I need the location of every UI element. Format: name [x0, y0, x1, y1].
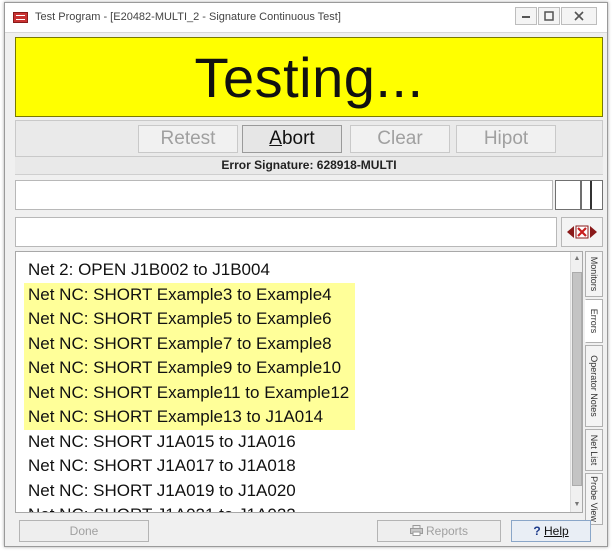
minimize-icon — [522, 16, 530, 18]
tab-net-list[interactable]: Net List — [585, 429, 603, 471]
window-controls — [514, 7, 597, 25]
title-bar: Test Program - [E20482-MULTI_2 - Signatu… — [5, 3, 607, 33]
printer-icon — [409, 525, 423, 536]
window-title: Test Program - [E20482-MULTI_2 - Signatu… — [35, 11, 341, 23]
side-tabs: Monitors Errors Operator Notes Net List Prob… — [585, 251, 605, 525]
reports-button[interactable]: Reports — [377, 520, 501, 542]
scroll-thumb[interactable] — [572, 272, 582, 486]
tab-operator-notes[interactable]: Operator Notes — [585, 345, 603, 427]
scroll-down-icon[interactable]: ▼ — [571, 498, 582, 512]
maximize-icon — [544, 11, 554, 21]
status-field-top[interactable] — [15, 180, 553, 210]
tab-label: Operator Notes — [589, 355, 599, 417]
maximize-button[interactable] — [538, 7, 560, 25]
app-window: Test Program - [E20482-MULTI_2 - Signatu… — [4, 2, 608, 547]
nav-arrows-button[interactable] — [561, 217, 603, 247]
scroll-up-icon[interactable]: ▲ — [571, 252, 582, 266]
tab-label: Monitors — [589, 256, 599, 292]
abort-button[interactable]: Abort — [242, 125, 342, 153]
minimize-button[interactable] — [515, 7, 537, 25]
log-line[interactable]: Net 2: OPEN J1B002 to J1B004 — [24, 258, 355, 283]
reports-label: Reports — [425, 524, 469, 538]
log-line[interactable]: Net NC: SHORT J1A021 to J1A022 — [24, 503, 355, 512]
log-line[interactable]: Net NC: SHORT Example13 to J1A014 — [24, 405, 356, 430]
hipot-button[interactable]: Hipot — [456, 125, 556, 153]
log-line[interactable]: Net NC: SHORT J1A019 to J1A020 — [24, 479, 355, 504]
error-log-list[interactable]: Net 2: OPEN J1B002 to J1B004 Net NC: SHOR… — [15, 251, 583, 513]
app-icon — [13, 12, 28, 23]
log-line[interactable]: Net NC: SHORT Example7 to Example8 — [24, 331, 356, 356]
log-line[interactable]: Net NC: SHORT J1A017 to J1A018 — [24, 454, 355, 479]
log-line[interactable]: Net NC: SHORT Example5 to Example6 — [24, 307, 356, 332]
log-line[interactable]: Net NC: SHORT Example9 to Example10 — [24, 356, 356, 381]
log-line[interactable]: Net NC: SHORT J1A015 to J1A016 — [24, 430, 355, 455]
log-line[interactable]: Net NC: SHORT Example11 to Example12 — [24, 380, 356, 405]
error-signature: Error Signature: 628918-MULTI — [15, 157, 603, 175]
close-icon — [574, 11, 584, 21]
help-label: Help — [544, 524, 569, 538]
tab-label: Net List — [589, 434, 599, 466]
test-toolbar: Retest Abort Clear Hipot — [15, 120, 603, 157]
close-button[interactable] — [561, 7, 597, 25]
help-button[interactable]: ? Help — [511, 520, 591, 542]
retest-button[interactable]: Retest — [138, 125, 238, 153]
tab-errors[interactable]: Errors — [585, 299, 603, 343]
tab-label: Errors — [589, 308, 599, 334]
clear-button[interactable]: Clear — [350, 125, 450, 153]
help-icon: ? — [533, 524, 541, 538]
error-log-lines: Net 2: OPEN J1B002 to J1B004 Net NC: SHOR… — [24, 258, 356, 512]
tab-monitors[interactable]: Monitors — [585, 251, 603, 297]
status-banner-text: Testing... — [194, 45, 424, 109]
status-field-bottom[interactable] — [15, 217, 557, 247]
done-button[interactable]: Done — [19, 520, 149, 542]
indicator-box-right — [581, 180, 603, 210]
log-line[interactable]: Net NC: SHORT Example3 to Example4 — [24, 282, 356, 307]
status-banner: Testing... — [15, 37, 603, 117]
tab-label: Probe View — [589, 476, 599, 522]
nav-arrows-icon — [567, 225, 597, 239]
indicator-box-left — [555, 180, 581, 210]
bottom-bar: Done Reports ? Help — [15, 517, 603, 545]
log-scrollbar[interactable]: ▲ ▼ — [570, 252, 582, 512]
